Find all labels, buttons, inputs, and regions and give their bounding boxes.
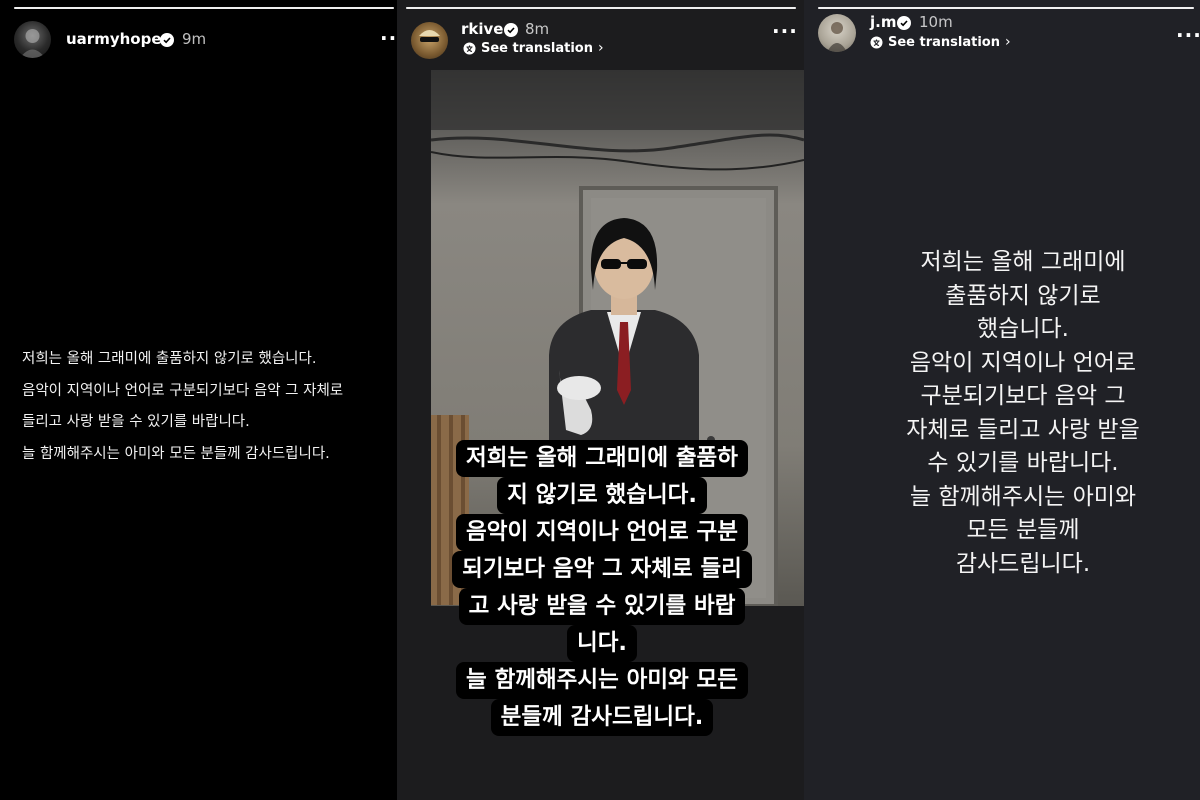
story-text-line: 음악이 지역이나 언어로 [909,349,1137,376]
story-progress-bar [818,7,1194,9]
story-text-line: 했습니다. [977,316,1069,342]
see-translation-label: See translation [481,40,593,56]
story-text-line: 저희는 올해 그래미에 [920,249,1126,275]
story-panel-uarmyhope[interactable]: uarmyhope 9m ··· 저희는 올해 그래미에 출품하지 않기로 했습… [0,0,397,800]
post-time: 8m [525,20,550,38]
more-options-icon[interactable]: ··· [1176,25,1200,45]
verified-badge-icon [504,23,518,37]
caption-line: 음악이 지역이나 언어로 구분 [456,514,748,551]
more-options-icon[interactable]: ··· [380,28,397,48]
story-text: 저희는 올해 그래미에 출품하지 않기로 했습니다. 음악이 지역이나 언어로 … [890,246,1156,581]
story-text-line: 늘 함께해주시는 아미와 모든 분들께 감사드립니다. [22,445,330,462]
caption-line: 지 않기로 했습니다. [497,477,707,514]
story-text-line: 감사드립니다. [955,550,1091,577]
story-progress-bar [14,7,394,9]
see-translation-link[interactable]: See translation › [463,40,604,56]
username[interactable]: uarmyhope [66,30,162,48]
story-text-line: 출품하지 않기로 [945,282,1101,309]
story-caption: 저희는 올해 그래미에 출품하 지 않기로 했습니다. 음악이 지역이나 언어로… [452,440,752,736]
username[interactable]: rkive [461,20,503,38]
avatar[interactable] [818,14,856,52]
see-translation-label: See translation [888,34,1000,50]
caption-line: 되기보다 음악 그 자체로 들리 [452,551,752,588]
story-text-line: 저희는 올해 그래미에 출품하지 않기로 했습니다. [22,351,317,367]
post-time: 10m [919,13,953,31]
post-time: 9m [182,30,207,48]
story-panel-jm[interactable]: j.m 10m See translation › ··· 저희는 올해 그래미… [804,0,1200,800]
caption-line: 늘 함께해주시는 아미와 모든 [456,662,748,699]
story-text-line: 수 있기를 바랍니다. [927,450,1119,476]
story-text-line: 자체로 들리고 사랑 받을 [906,416,1140,443]
see-translation-link[interactable]: See translation › [870,34,1011,50]
caption-line: 니다. [567,625,637,662]
story-text-line: 음악이 지역이나 언어로 구분되기보다 음악 그 자체로 [22,382,344,399]
story-progress-bar [406,7,796,9]
story-text: 저희는 올해 그래미에 출품하지 않기로 했습니다. 음악이 지역이나 언어로 … [22,344,397,470]
story-text-line: 늘 함께해주시는 아미와 [909,483,1137,510]
verified-badge-icon [160,33,174,47]
translate-icon [463,42,476,54]
more-options-icon[interactable]: ··· [772,21,798,41]
caption-line: 고 사랑 받을 수 있기를 바랍 [458,588,746,625]
chevron-right-icon: › [598,40,604,56]
story-panel-rkive[interactable]: rkive 8m See translation › ··· 저희는 올해 그래… [397,0,804,800]
avatar[interactable] [14,21,51,58]
translate-icon [870,36,883,48]
chevron-right-icon: › [1005,34,1011,50]
avatar[interactable] [411,22,448,59]
verified-badge-icon [897,16,911,30]
story-text-line: 모든 분들께 [966,517,1080,543]
caption-line: 저희는 올해 그래미에 출품하 [456,440,748,477]
story-text-line: 구분되기보다 음악 그 [920,383,1126,409]
caption-line: 분들께 감사드립니다. [490,699,714,736]
username[interactable]: j.m [870,13,896,31]
story-text-line: 들리고 사랑 받을 수 있기를 바랍니다. [22,414,250,430]
